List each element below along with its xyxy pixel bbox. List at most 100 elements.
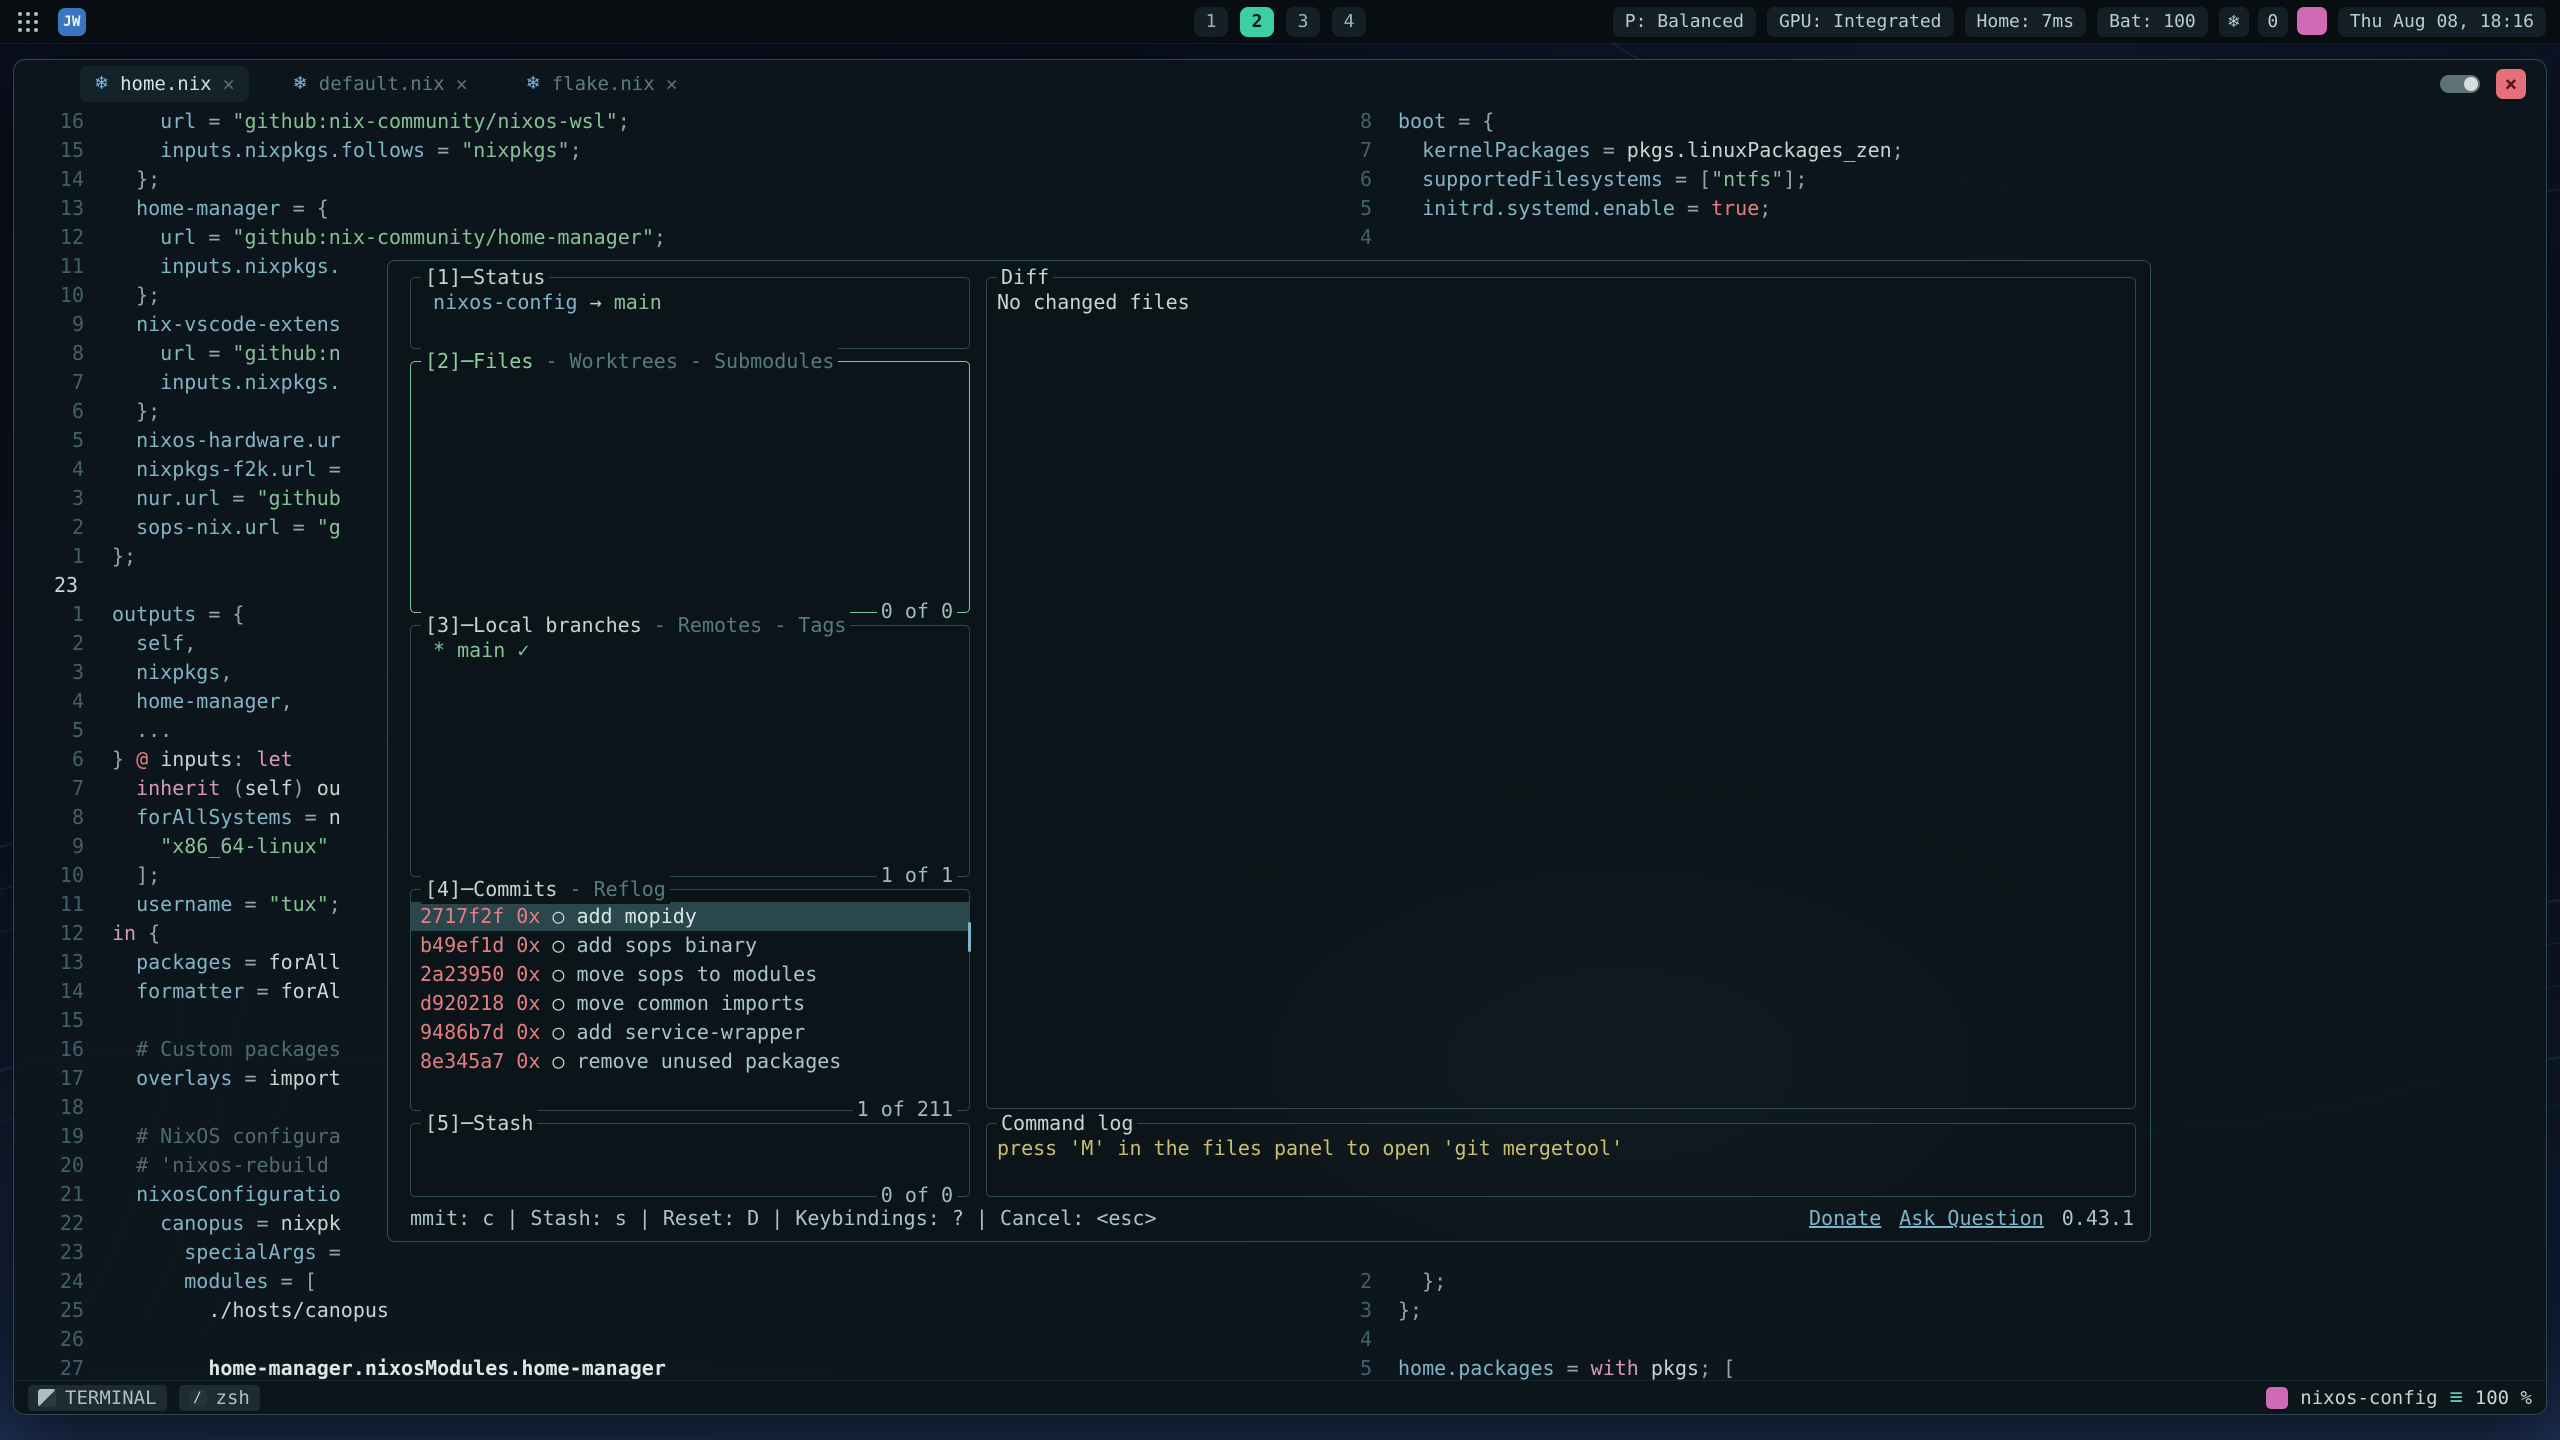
code-token (112, 950, 136, 974)
code-line: 16 url = "github:nix-community/nixos-wsl… (22, 107, 1334, 136)
lazygit-left-column: [1]─Status nixos-config → main [2]─Files… (410, 277, 970, 1197)
line-number: 10 (22, 281, 84, 310)
screen-record-indicator[interactable] (2297, 7, 2327, 35)
code-text: }; (112, 165, 160, 194)
editor-tab-home.nix[interactable]: ❄home.nix× (80, 66, 249, 102)
code-token: ; (654, 225, 666, 249)
code-token: ; (1759, 196, 1771, 220)
code-token: home.packages (1398, 1356, 1555, 1380)
lazygit-diff-panel[interactable]: Diff No changed files (986, 277, 2136, 1109)
workspace-button-4[interactable]: 4 (1332, 7, 1366, 37)
lazygit-link-ask-question[interactable]: Ask Question (1899, 1204, 2044, 1233)
code-token: }; (1398, 1269, 1446, 1293)
tab-close-icon[interactable]: × (223, 72, 235, 96)
code-text: modules = [ (112, 1267, 317, 1296)
title-dash: ─ (461, 611, 473, 640)
code-token: import (269, 1066, 341, 1090)
commit-row[interactable]: 2a239500x○move sops to modules (411, 960, 969, 989)
window-close-button[interactable]: × (2496, 69, 2526, 99)
code-text: url = "github:n (112, 339, 341, 368)
commit-row[interactable]: 8e345a70x○remove unused packages (411, 1047, 969, 1076)
panel-title: Command log (997, 1109, 1137, 1138)
line-number: 27 (22, 1354, 84, 1380)
commit-row[interactable]: 2717f2f0x○add mopidy (411, 902, 969, 931)
commit-author: 0x (516, 1047, 540, 1076)
lazygit-commits-panel[interactable]: [4]─Commits - Reflog 2717f2f0x○add mopid… (410, 889, 970, 1111)
tab-label: default.nix (319, 73, 445, 95)
clock-module[interactable]: Thu Aug 08, 18:16 (2338, 7, 2546, 37)
nix-snowflake-icon: ❄ (526, 73, 541, 94)
code-token: ; [ (1699, 1356, 1735, 1380)
commit-row[interactable]: 9486b7d0x○add service-wrapper (411, 1018, 969, 1047)
window-toggle[interactable] (2440, 75, 2480, 93)
editor-tab-default.nix[interactable]: ❄default.nix× (279, 66, 482, 102)
nix-tray-icon[interactable]: ❄ (2219, 7, 2249, 37)
code-token (112, 834, 160, 858)
branch-row[interactable]: * main ✓ (421, 638, 529, 662)
commit-hash: 8e345a7 (420, 1047, 504, 1076)
line-number: 23 (22, 571, 84, 600)
code-text: canopus = nixpk (112, 1209, 341, 1238)
code-token: = (1591, 138, 1627, 162)
lazygit-branches-panel[interactable]: [3]─Local branches - Remotes - Tags * ma… (410, 625, 970, 877)
lazygit-link-donate[interactable]: Donate (1809, 1204, 1881, 1233)
commit-row[interactable]: d9202180x○move common imports (411, 989, 969, 1018)
scrollbar-thumb[interactable] (968, 922, 971, 952)
commit-message: remove unused packages (576, 1047, 841, 1076)
code-token (112, 805, 136, 829)
code-text: outputs = { (112, 600, 244, 629)
code-token: true (1711, 196, 1759, 220)
tab-close-icon[interactable]: × (666, 72, 678, 96)
code-text: sops-nix.url = "g (112, 513, 341, 542)
code-token: { (136, 921, 160, 945)
tab-close-icon[interactable]: × (456, 72, 468, 96)
lazygit-command-log-panel[interactable]: Command log press 'M' in the files panel… (986, 1123, 2136, 1197)
line-number: 12 (22, 919, 84, 948)
code-token: initrd.systemd.enable (1422, 196, 1675, 220)
code-text: formatter = forAl (112, 977, 341, 1006)
title-dash: ─ (461, 875, 473, 904)
commit-message: add service-wrapper (576, 1018, 805, 1047)
code-line: 2 }; (1340, 1267, 2546, 1296)
line-number: 4 (22, 687, 84, 716)
code-token: home-manager.nixosModules.home-manager (208, 1356, 666, 1380)
code-text: url = "github:nix-community/home-manager… (112, 223, 666, 252)
commit-row[interactable]: b49ef1d0x○add sops binary (411, 931, 969, 960)
code-text: nixosConfiguratio (112, 1180, 341, 1209)
code-token: ; (570, 138, 582, 162)
code-line: 5home.packages = with pkgs; [ (1340, 1354, 2546, 1380)
list-icon[interactable]: ≡ (2450, 1385, 2463, 1410)
shell-label: zsh (216, 1387, 250, 1409)
current-branch: main (614, 290, 662, 314)
code-token (112, 660, 136, 684)
line-number: 23 (22, 1238, 84, 1267)
panel-tabs: - Remotes - Tags (642, 611, 847, 640)
notifications-indicator[interactable]: 0 (2258, 7, 2288, 37)
workspace-button-2[interactable]: 2 (1240, 7, 1274, 37)
tab-bar: ❄home.nix×❄default.nix×❄flake.nix× × (14, 60, 2546, 107)
panel-label: Diff (1001, 263, 1049, 292)
code-text: home-manager, (112, 687, 293, 716)
editor-tab-flake.nix[interactable]: ❄flake.nix× (512, 66, 692, 102)
code-text: home.packages = with pkgs; [ (1398, 1354, 1735, 1380)
commit-hash: 9486b7d (420, 1018, 504, 1047)
line-number: 14 (22, 165, 84, 194)
lazygit-overlay: [1]─Status nixos-config → main [2]─Files… (387, 260, 2151, 1242)
workspace-button-3[interactable]: 3 (1286, 7, 1320, 37)
code-token: ]; (112, 863, 160, 887)
code-token: , (281, 689, 293, 713)
status-module: GPU: Integrated (1767, 7, 1954, 37)
code-token (112, 370, 160, 394)
code-token: = (244, 979, 280, 1003)
code-token: nix-vscode-extens (136, 312, 341, 336)
apps-menu-icon[interactable] (14, 8, 42, 36)
code-token: forAll (269, 950, 341, 974)
lazygit-files-panel[interactable]: [2]─Files - Worktrees - Submodules 0 of … (410, 361, 970, 613)
lazygit-stash-panel[interactable]: [5]─Stash 0 of 0 (410, 1123, 970, 1197)
lazygit-status-panel[interactable]: [1]─Status nixos-config → main (410, 277, 970, 349)
code-token: pkgs.linuxPackages_zen (1627, 138, 1892, 162)
code-token: "github:n (232, 341, 340, 365)
workspace-button-1[interactable]: 1 (1194, 7, 1228, 37)
line-number: 5 (22, 426, 84, 455)
logo-badge[interactable]: JW (58, 8, 86, 36)
